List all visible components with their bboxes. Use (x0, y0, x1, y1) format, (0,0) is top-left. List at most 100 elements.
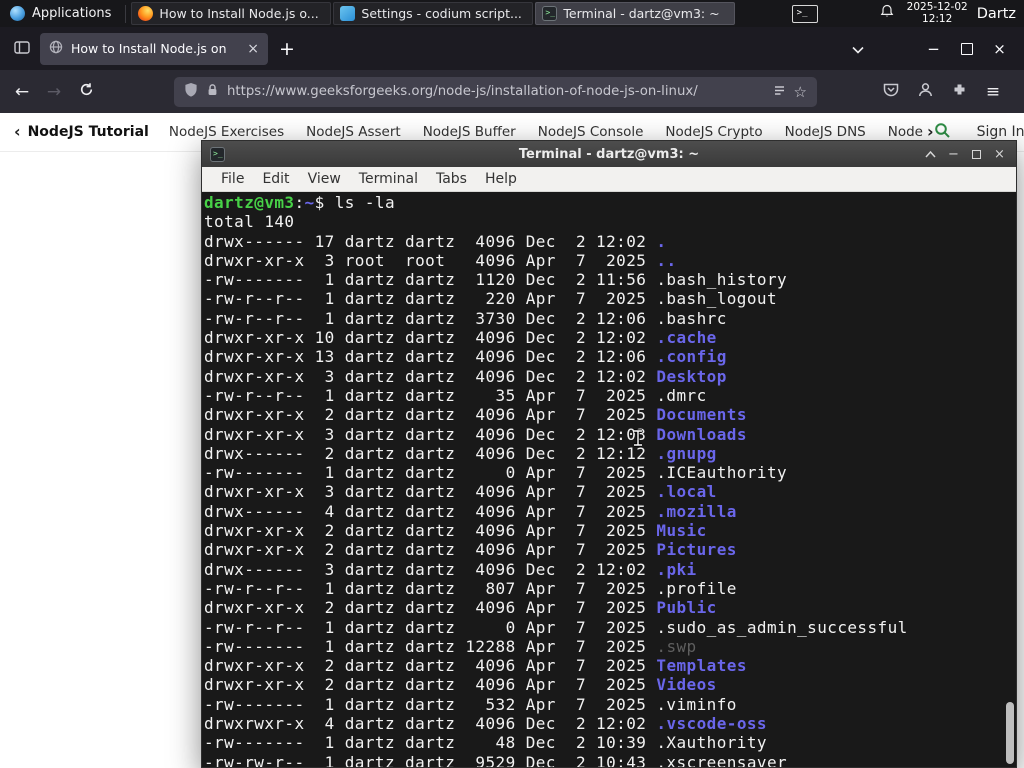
nav-item[interactable]: Node (888, 124, 923, 140)
account-icon (918, 82, 933, 102)
globe-favicon-icon (49, 39, 63, 58)
bookmark-star-icon[interactable]: ☆ (794, 83, 807, 101)
firefox-view-icon (14, 39, 30, 58)
mouse-ibeam-cursor (632, 429, 644, 451)
terminal-line: total 140 (204, 212, 295, 232)
chevron-down-icon (852, 39, 864, 58)
terminal-scrollbar-thumb[interactable] (1006, 702, 1014, 764)
nav-item[interactable]: NodeJS Crypto (665, 124, 762, 140)
window-close-button[interactable]: × (983, 33, 1016, 65)
sign-in-button[interactable]: Sign In (977, 124, 1024, 140)
list-all-tabs-button[interactable] (843, 39, 873, 58)
menu-file[interactable]: File (212, 171, 253, 187)
extensions-icon (952, 82, 967, 102)
terminal-line: drwxr-xr-x 13 dartz dartz 4096 Dec 2 12:… (204, 347, 727, 367)
terminal-menubar: File Edit View Terminal Tabs Help (202, 167, 1016, 192)
notification-bell-button[interactable] (876, 4, 898, 23)
account-button[interactable] (908, 76, 942, 108)
menu-help[interactable]: Help (476, 171, 526, 187)
terminal-line: -rw------- 1 dartz dartz 48 Dec 2 10:39 … (204, 733, 767, 753)
terminal-line: drwx------ 2 dartz dartz 4096 Dec 2 12:1… (204, 443, 717, 463)
terminal-window-controls: − × (919, 141, 1011, 167)
terminal-line: -rw-r--r-- 1 dartz dartz 35 Apr 7 2025 .… (204, 385, 707, 405)
applications-icon (10, 6, 25, 21)
terminal-line: drwx------ 3 dartz dartz 4096 Dec 2 12:0… (204, 559, 697, 579)
tab-title: How to Install Node.js on (71, 41, 227, 56)
panel-user-label: Dartz (976, 5, 1016, 22)
reader-mode-icon[interactable] (773, 82, 786, 101)
terminal-line: drwxr-xr-x 2 dartz dartz 4096 Apr 7 2025… (204, 540, 737, 560)
app-menu-button[interactable]: ≡ (976, 76, 1010, 108)
extensions-button[interactable] (942, 76, 976, 108)
firefox-view-button[interactable] (8, 35, 36, 63)
terminal-line: -rw-r--r-- 1 dartz dartz 220 Apr 7 2025 … (204, 289, 778, 309)
terminal-line: -rw------- 1 dartz dartz 532 Apr 7 2025 … (204, 694, 737, 714)
pocket-save-button[interactable] (874, 76, 908, 108)
codium-icon (340, 6, 356, 21)
terminal-line: -rw-rw-r-- 1 dartz dartz 9529 Dec 2 10:4… (204, 752, 788, 767)
applications-menu-button[interactable]: Applications (0, 0, 121, 27)
nav-item[interactable]: NodeJS Buffer (423, 124, 516, 140)
lock-icon (206, 82, 219, 101)
taskbar-window-firefox[interactable]: How to Install Node.js o... (131, 2, 332, 25)
nav-scroll-left-icon[interactable]: ‹ (14, 124, 21, 140)
browser-tab[interactable]: How to Install Node.js on × (40, 32, 268, 65)
terminal-maximize-button[interactable] (965, 141, 988, 167)
taskbar-window-codium[interactable]: Settings - codium script... (333, 2, 534, 25)
menu-terminal[interactable]: Terminal (350, 171, 427, 187)
new-tab-button[interactable]: + (272, 34, 302, 64)
window-maximize-button[interactable] (950, 33, 983, 65)
panel-separator (125, 4, 127, 23)
terminal-line: drwx------ 17 dartz dartz 4096 Dec 2 12:… (204, 231, 667, 251)
window-minimize-button[interactable]: − (917, 33, 950, 65)
taskbar-window-terminal[interactable]: Terminal - dartz@vm3: ~ (535, 2, 736, 25)
reload-button[interactable] (70, 76, 102, 108)
nav-item[interactable]: NodeJS DNS (785, 124, 866, 140)
terminal-output: dartz@vm3:~$ ls -la total 140 drwx------ 1… (204, 193, 908, 767)
nav-item[interactable]: NodeJS Assert (306, 124, 401, 140)
terminal-titlebar[interactable]: Terminal - dartz@vm3: ~ − × (202, 141, 1016, 167)
chevron-up-icon (925, 147, 936, 162)
browser-toolbar: ← → https://www.geeksforgeeks.org/node-j… (0, 70, 1024, 113)
terminal-line: drwxr-xr-x 3 root root 4096 Apr 7 2025 .… (204, 250, 677, 270)
shield-icon (184, 82, 198, 101)
toolbar-right-icons: ≡ (874, 76, 1018, 108)
terminal-title: Terminal - dartz@vm3: ~ (518, 146, 700, 162)
bell-icon (880, 4, 894, 23)
terminal-line: drwx------ 4 dartz dartz 4096 Apr 7 2025… (204, 501, 737, 521)
terminal-line: -rw------- 1 dartz dartz 12288 Apr 7 202… (204, 636, 697, 656)
nav-item-nodejs-tutorial[interactable]: NodeJS Tutorial (28, 124, 149, 140)
menu-tabs[interactable]: Tabs (427, 171, 476, 187)
url-text[interactable]: https://www.geeksforgeeks.org/node-js/in… (227, 84, 765, 99)
terminal-line: drwxr-xr-x 2 dartz dartz 4096 Apr 7 2025… (204, 521, 707, 541)
nav-item[interactable]: NodeJS Console (538, 124, 644, 140)
applications-label: Applications (32, 6, 112, 21)
panel-clock[interactable]: 2025-12-02 12:12 (907, 1, 968, 25)
terminal-line: drwxr-xr-x 2 dartz dartz 4096 Apr 7 2025… (204, 405, 747, 425)
taskbar-window-title: Settings - codium script... (361, 6, 522, 21)
menu-view[interactable]: View (299, 171, 350, 187)
terminal-line: -rw-r--r-- 1 dartz dartz 807 Apr 7 2025 … (204, 578, 737, 598)
terminal-line: dartz@vm3:~$ ls -la (204, 193, 396, 212)
terminal-close-button[interactable]: × (988, 141, 1011, 167)
reload-icon (79, 82, 94, 102)
terminal-shade-button[interactable] (919, 141, 942, 167)
terminal-line: drwxr-xr-x 2 dartz dartz 4096 Apr 7 2025… (204, 598, 717, 618)
nav-item[interactable]: NodeJS Exercises (169, 124, 284, 140)
url-bar[interactable]: https://www.geeksforgeeks.org/node-js/in… (174, 76, 817, 107)
terminal-window: Terminal - dartz@vm3: ~ − × File Edit Vi… (201, 140, 1017, 768)
nav-scroll-right-icon[interactable]: › (927, 124, 934, 140)
tray-terminal-icon[interactable] (791, 4, 818, 23)
pocket-icon (883, 82, 899, 102)
terminal-minimize-button[interactable]: − (942, 141, 965, 167)
browser-window-controls: − × (917, 33, 1016, 65)
tab-close-icon[interactable]: × (247, 41, 259, 57)
clock-time: 12:12 (922, 12, 953, 25)
terminal-line: -rw------- 1 dartz dartz 0 Apr 7 2025 .I… (204, 463, 788, 483)
back-button[interactable]: ← (6, 76, 38, 108)
forward-button[interactable]: → (38, 76, 70, 108)
menu-edit[interactable]: Edit (253, 171, 298, 187)
terminal-line: -rw-r--r-- 1 dartz dartz 0 Apr 7 2025 .s… (204, 617, 908, 637)
terminal-line: drwxr-xr-x 10 dartz dartz 4096 Dec 2 12:… (204, 328, 717, 348)
terminal-screen[interactable]: dartz@vm3:~$ ls -la total 140 drwx------ 1… (202, 192, 1016, 767)
